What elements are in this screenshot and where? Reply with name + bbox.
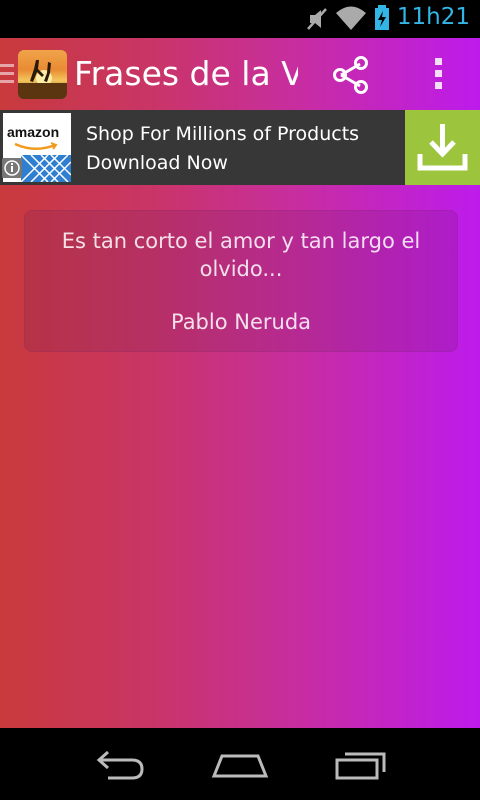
ad-text: Shop For Millions of Products Download N…	[86, 120, 396, 178]
app-content: Frases de la Vida amazon	[0, 38, 480, 728]
ad-line2: Download Now	[86, 152, 228, 174]
recent-apps-icon[interactable]	[334, 746, 388, 782]
quote-text: Es tan corto el amor y tan largo el olvi…	[61, 229, 421, 281]
share-icon[interactable]	[330, 54, 372, 96]
battery-charging-icon	[375, 5, 389, 30]
info-icon[interactable]	[2, 158, 22, 178]
navigation-bar	[0, 728, 480, 800]
mute-icon	[307, 8, 327, 30]
drawer-icon[interactable]	[0, 64, 14, 84]
overflow-menu-icon[interactable]	[426, 54, 450, 96]
action-bar: Frases de la Vida	[0, 38, 480, 110]
app-icon[interactable]	[18, 50, 67, 99]
quote-author: Pablo Neruda	[170, 310, 312, 334]
back-icon[interactable]	[92, 746, 148, 782]
home-icon[interactable]	[210, 746, 270, 782]
ad-banner[interactable]: amazon Shop For Millions of Products Dow…	[0, 110, 480, 185]
wifi-icon	[336, 6, 366, 30]
ad-line1: Shop For Millions of Products	[86, 123, 360, 145]
download-icon[interactable]	[405, 110, 480, 185]
app-title: Frases de la Vida	[74, 54, 298, 93]
status-bar: 11h21	[0, 0, 480, 38]
quote-card[interactable]: Es tan corto el amor y tan largo el olvi…	[24, 210, 458, 352]
ad-logo-text: amazon	[7, 124, 60, 140]
clock: 11h21	[396, 4, 470, 30]
